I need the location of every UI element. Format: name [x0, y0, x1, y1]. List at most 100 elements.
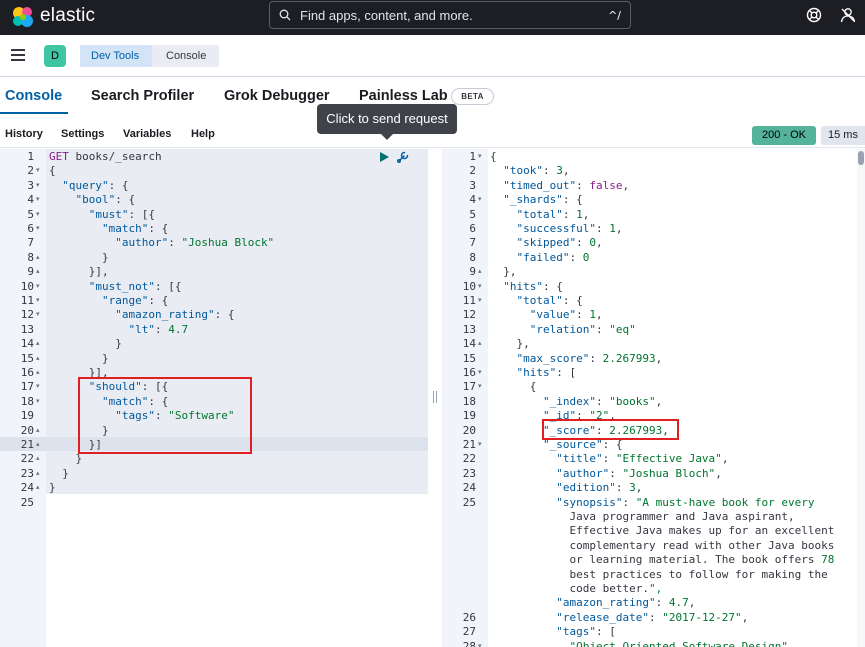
play-icon[interactable]: [379, 152, 389, 162]
code-line: "timed_out": false,: [503, 178, 630, 192]
history-link[interactable]: History: [5, 128, 43, 140]
global-search-input[interactable]: Find apps, content, and more. ^/: [269, 1, 631, 29]
line-number: 23: [462, 466, 476, 480]
settings-link[interactable]: Settings: [61, 128, 104, 140]
line-number: 22: [462, 452, 476, 466]
code-line: "title": "Effective Java",: [556, 452, 729, 466]
line-number: 15: [20, 351, 34, 365]
line-number: 4: [27, 193, 34, 207]
code-line: "match": {: [101, 222, 169, 235]
code-line: },: [490, 337, 530, 351]
code-line: best practices to follow for making the: [490, 567, 828, 581]
fold-open-icon[interactable]: ▾: [478, 150, 482, 164]
line-number: 6: [469, 222, 476, 235]
fold-open-icon[interactable]: ▾: [478, 193, 482, 207]
line-number: 13: [20, 322, 34, 336]
line-number: 7: [27, 236, 34, 250]
fold-close-icon[interactable]: ▴: [478, 337, 482, 351]
fold-close-icon[interactable]: ▴: [36, 265, 40, 279]
fold-close-icon[interactable]: ▴: [36, 337, 40, 351]
fold-close-icon[interactable]: ▴: [36, 467, 40, 481]
code-line: "hits": {: [503, 279, 563, 293]
code-line: "skipped": 0,: [516, 236, 603, 250]
code-line: }: [49, 351, 109, 365]
fold-close-icon[interactable]: ▴: [36, 481, 40, 495]
code-line: "release_date": "2017-12-27",: [556, 610, 749, 624]
code-line: {: [490, 150, 497, 163]
breadcrumb-dev-tools[interactable]: Dev Tools: [80, 45, 160, 67]
code-line: "total": 1,: [516, 207, 590, 221]
code-line: "amazon_rating": {: [115, 308, 235, 322]
fold-open-icon[interactable]: ▾: [36, 193, 40, 207]
top-header: elastic Find apps, content, and more. ^/: [0, 0, 865, 35]
request-editor[interactable]: 1 GET books/_search 2 ▾{3 ▾ "query": {4 ▾ "bo…: [0, 149, 428, 647]
line-number: 10: [20, 279, 34, 293]
line-number: 2: [27, 164, 34, 178]
line-number: 25: [462, 495, 476, 509]
help-icon[interactable]: [805, 6, 823, 24]
scrollbar-thumb[interactable]: [858, 151, 864, 165]
line-number: 12: [462, 308, 476, 322]
menu-icon[interactable]: [11, 49, 25, 61]
tab-search-profiler[interactable]: Search Profiler: [91, 88, 194, 104]
line-number: 25: [20, 495, 34, 509]
line-number: 24: [20, 481, 34, 495]
fold-close-icon[interactable]: ▴: [478, 265, 482, 279]
code-line: Java programmer and Java aspirant,: [490, 510, 795, 523]
fold-open-icon[interactable]: ▾: [478, 366, 482, 380]
code-line: }: [49, 452, 83, 466]
line-number: 19: [20, 409, 34, 423]
variables-link[interactable]: Variables: [123, 128, 171, 140]
code-line: "max_score": 2.267993,: [516, 351, 663, 365]
fold-open-icon[interactable]: ▾: [36, 222, 40, 236]
code-line: "synopsis": "A must-have book for every: [556, 495, 815, 509]
line-number: 12: [20, 308, 34, 322]
fold-close-icon[interactable]: ▴: [36, 366, 40, 380]
space-avatar[interactable]: D: [44, 45, 66, 67]
panel-resizer[interactable]: [428, 149, 442, 647]
code-line: "edition": 3,: [556, 481, 643, 495]
fold-open-icon[interactable]: ▾: [478, 280, 482, 294]
wrench-icon[interactable]: [396, 150, 410, 164]
fold-close-icon[interactable]: ▴: [36, 452, 40, 466]
line-number: 9: [469, 265, 476, 279]
line-number: 9: [27, 265, 34, 279]
fold-open-icon[interactable]: ▾: [478, 640, 482, 647]
fold-open-icon[interactable]: ▾: [36, 395, 40, 409]
fold-close-icon[interactable]: ▴: [36, 438, 40, 452]
code-line: }: [49, 250, 109, 264]
fold-open-icon[interactable]: ▾: [36, 208, 40, 222]
code-line: or learning material. The book offers 78: [490, 553, 835, 567]
fold-open-icon[interactable]: ▾: [478, 380, 482, 394]
tab-console[interactable]: Console: [5, 88, 62, 104]
should-clause-highlight: [78, 377, 252, 454]
elastic-logo-icon[interactable]: [10, 4, 36, 30]
fold-close-icon[interactable]: ▴: [36, 352, 40, 366]
code-line: },: [490, 265, 517, 279]
brand-name[interactable]: elastic: [40, 5, 95, 27]
fold-open-icon[interactable]: ▾: [36, 380, 40, 394]
fold-open-icon[interactable]: ▾: [478, 438, 482, 452]
help-link[interactable]: Help: [191, 128, 215, 140]
code-line: "author": "Joshua Bloch",: [556, 466, 722, 480]
code-line: }: [49, 481, 56, 495]
user-menu-icon[interactable]: [839, 6, 857, 24]
fold-open-icon[interactable]: ▾: [478, 294, 482, 308]
fold-open-icon[interactable]: ▾: [36, 179, 40, 193]
line-number: 23: [20, 466, 34, 480]
fold-open-icon[interactable]: ▾: [36, 164, 40, 178]
tab-painless-lab[interactable]: Painless Lab: [359, 88, 448, 104]
send-request-tooltip: Click to send request: [317, 104, 457, 140]
code-line: Effective Java makes up for an excellent: [490, 524, 835, 538]
code-line: "must_not": [{: [88, 279, 182, 293]
fold-open-icon[interactable]: ▾: [36, 280, 40, 294]
output-scrollbar[interactable]: [857, 149, 865, 647]
fold-open-icon[interactable]: ▾: [36, 294, 40, 308]
fold-open-icon[interactable]: ▾: [36, 308, 40, 322]
fold-close-icon[interactable]: ▴: [36, 251, 40, 265]
tab-grok-debugger[interactable]: Grok Debugger: [224, 88, 330, 104]
resize-grip-icon[interactable]: [433, 391, 437, 403]
fold-close-icon[interactable]: ▴: [36, 424, 40, 438]
line-number: 5: [469, 207, 476, 221]
line-number: 20: [20, 423, 34, 437]
